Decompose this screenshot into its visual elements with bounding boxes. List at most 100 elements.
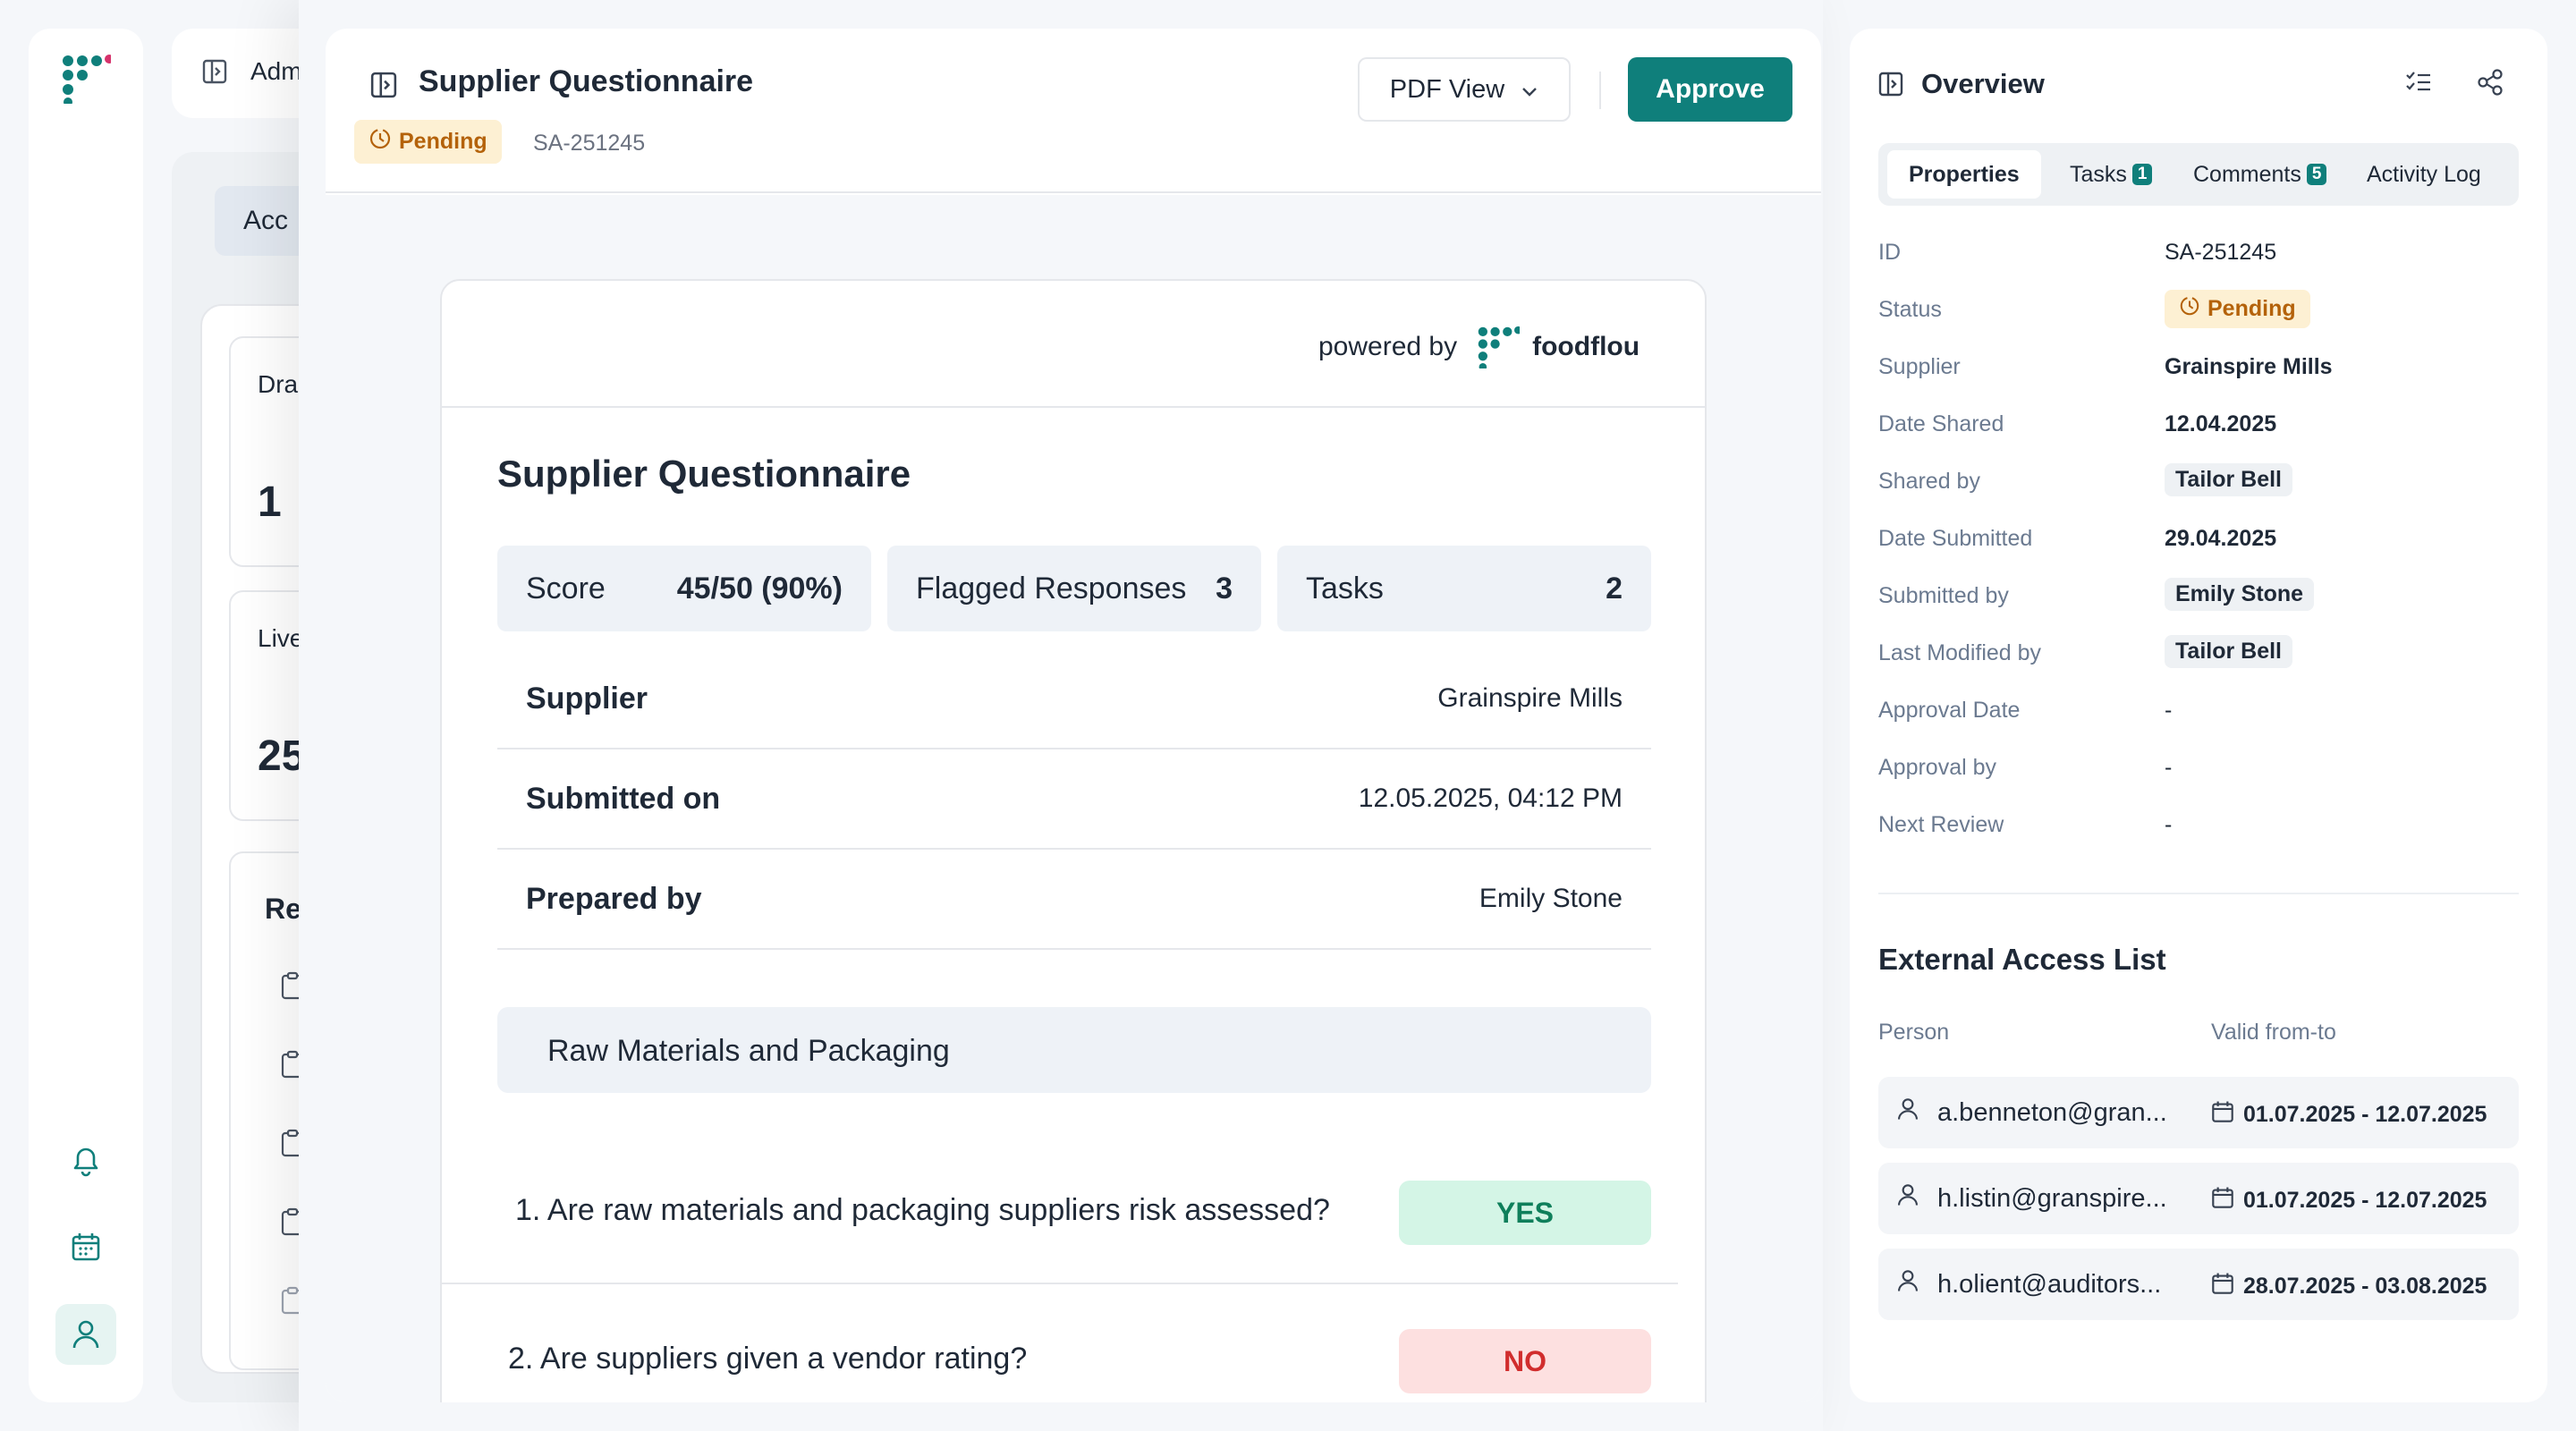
property-value-id: SA-251245 bbox=[2165, 240, 2277, 265]
share-icon[interactable] bbox=[2476, 68, 2504, 97]
property-label-shared-by: Shared by bbox=[1878, 469, 1980, 494]
tab-comments[interactable]: Comments 5 bbox=[2193, 150, 2327, 199]
info-label: Prepared by bbox=[526, 881, 702, 916]
score-stat: Score 45/50 (90%) bbox=[497, 546, 871, 631]
info-value: Emily Stone bbox=[1479, 884, 1623, 913]
tab-properties[interactable]: Properties bbox=[1887, 150, 2041, 199]
powered-by-text: powered by bbox=[1318, 332, 1458, 361]
info-row-supplier: Supplier Grainspire Mills bbox=[497, 649, 1651, 749]
checklist-icon[interactable] bbox=[2404, 68, 2433, 97]
stat-label: Tasks bbox=[1306, 571, 1384, 605]
section-heading: Raw Materials and Packaging bbox=[497, 1007, 1651, 1093]
access-valid-range: 28.07.2025 - 03.08.2025 bbox=[2243, 1274, 2487, 1299]
access-person: h.listin@granspire... bbox=[1896, 1182, 2167, 1215]
calendar-icon bbox=[2211, 1100, 2234, 1130]
property-label-date-submitted: Date Submitted bbox=[1878, 526, 2033, 551]
info-label: Supplier bbox=[526, 681, 648, 716]
foodflou-logo-icon[interactable] bbox=[61, 54, 114, 106]
clock-history-icon bbox=[2179, 295, 2200, 323]
stat-value: 3 bbox=[1216, 571, 1233, 605]
pdf-view-label: PDF View bbox=[1389, 74, 1505, 104]
calendar-icon bbox=[2211, 1272, 2234, 1301]
tab-activity-log[interactable]: Activity Log bbox=[2367, 150, 2481, 199]
question-text: 2. Are suppliers given a vendor rating? bbox=[508, 1342, 1028, 1376]
access-date-range: 01.07.2025 - 12.07.2025 bbox=[2211, 1186, 2487, 1215]
external-access-row[interactable]: a.benneton@gran... 01.07.2025 - 12.07.20… bbox=[1878, 1077, 2519, 1148]
status-badge: Pending bbox=[2165, 290, 2310, 328]
tab-label: Comments bbox=[2193, 161, 2301, 187]
flagged-responses-stat: Flagged Responses 3 bbox=[887, 546, 1261, 631]
document-viewer: Supplier Questionnaire Pending SA-251245… bbox=[326, 29, 1821, 1402]
property-value-approval-date: - bbox=[2165, 698, 2173, 723]
calendar-icon bbox=[2211, 1186, 2234, 1215]
property-label-supplier: Supplier bbox=[1878, 354, 1961, 379]
panel-toggle-icon[interactable] bbox=[370, 72, 397, 98]
property-value-date-submitted: 29.04.2025 bbox=[2165, 526, 2277, 551]
overview-panel: Overview Properties Tasks 1 Comments 5 A… bbox=[1850, 29, 2547, 1402]
clock-history-icon bbox=[369, 127, 392, 157]
pdf-view-dropdown[interactable]: PDF View bbox=[1358, 57, 1571, 122]
powered-by: powered by foodflou bbox=[1318, 326, 1640, 368]
property-value-date-shared: 12.04.2025 bbox=[2165, 411, 2277, 436]
tab-label: Properties bbox=[1909, 161, 2020, 187]
property-label-approval-date: Approval Date bbox=[1878, 698, 2021, 723]
notifications-bell-icon[interactable] bbox=[55, 1130, 116, 1191]
background-stat-value: 1 bbox=[258, 478, 282, 526]
external-access-row[interactable]: h.olient@auditors... 28.07.2025 - 03.08.… bbox=[1878, 1249, 2519, 1320]
property-label-date-shared: Date Shared bbox=[1878, 411, 2004, 436]
answer-no-badge: NO bbox=[1399, 1329, 1651, 1393]
info-row-submitted-on: Submitted on 12.05.2025, 04:12 PM bbox=[497, 749, 1651, 850]
user-icon bbox=[1896, 1268, 1919, 1300]
panel-toggle-icon[interactable] bbox=[1878, 72, 1903, 101]
brand-name: foodflou bbox=[1532, 332, 1640, 361]
property-label-id: ID bbox=[1878, 240, 1901, 265]
tasks-stat: Tasks 2 bbox=[1277, 546, 1651, 631]
foodflou-logo-icon bbox=[1478, 326, 1521, 368]
tab-count-badge: 5 bbox=[2306, 164, 2327, 185]
access-person: h.olient@auditors... bbox=[1896, 1268, 2161, 1300]
user-icon bbox=[1896, 1097, 1919, 1129]
user-chip[interactable]: Tailor Bell bbox=[2165, 635, 2293, 668]
column-header-person: Person bbox=[1878, 1020, 1950, 1045]
answer-yes-badge: YES bbox=[1399, 1181, 1651, 1245]
property-label-next-review: Next Review bbox=[1878, 812, 2004, 837]
user-profile-icon[interactable] bbox=[55, 1304, 116, 1365]
header-divider bbox=[1599, 72, 1601, 109]
questionnaire-paper: powered by foodflou Supplier Questionnai… bbox=[440, 279, 1707, 1402]
column-header-valid: Valid from-to bbox=[2211, 1020, 2336, 1045]
question-text: 1. Are raw materials and packaging suppl… bbox=[515, 1193, 1330, 1227]
user-chip[interactable]: Tailor Bell bbox=[2165, 463, 2293, 496]
user-icon bbox=[1896, 1182, 1919, 1215]
property-value-supplier: Grainspire Mills bbox=[2165, 354, 2333, 379]
property-label-approval-by: Approval by bbox=[1878, 755, 1997, 780]
property-value-next-review: - bbox=[2165, 812, 2173, 837]
questionnaire-title: Supplier Questionnaire bbox=[497, 453, 911, 495]
document-body: powered by foodflou Supplier Questionnai… bbox=[326, 195, 1821, 1402]
info-label: Submitted on bbox=[526, 781, 721, 816]
access-email: h.olient@auditors... bbox=[1937, 1269, 2162, 1299]
external-access-row[interactable]: h.listin@granspire... 01.07.2025 - 12.07… bbox=[1878, 1163, 2519, 1234]
panel-toggle-icon[interactable] bbox=[202, 59, 227, 89]
background-stat-label: Live bbox=[258, 624, 304, 652]
approve-button[interactable]: Approve bbox=[1628, 57, 1792, 122]
access-email: a.benneton@gran... bbox=[1937, 1097, 2167, 1127]
access-valid-range: 01.07.2025 - 12.07.2025 bbox=[2243, 1102, 2487, 1127]
stat-value: 45/50 (90%) bbox=[676, 571, 843, 605]
overview-title: Overview bbox=[1921, 68, 2045, 99]
tab-label: Activity Log bbox=[2367, 161, 2481, 187]
document-id: SA-251245 bbox=[533, 131, 646, 156]
document-header: Supplier Questionnaire Pending SA-251245… bbox=[326, 29, 1821, 193]
user-chip[interactable]: Emily Stone bbox=[2165, 578, 2315, 611]
external-access-title: External Access List bbox=[1878, 943, 2166, 976]
calendar-icon[interactable] bbox=[55, 1216, 116, 1277]
question-divider bbox=[442, 1283, 1678, 1284]
info-value: 12.05.2025, 04:12 PM bbox=[1358, 783, 1623, 813]
status-badge: Pending bbox=[354, 120, 502, 164]
section-divider bbox=[1878, 893, 2519, 894]
document-title: Supplier Questionnaire bbox=[419, 64, 754, 98]
left-rail bbox=[29, 29, 143, 1402]
brand-logo: foodflou bbox=[1477, 326, 1640, 368]
info-row-prepared-by: Prepared by Emily Stone bbox=[497, 850, 1651, 950]
background-header-text: Adm bbox=[250, 57, 302, 85]
tab-tasks[interactable]: Tasks 1 bbox=[2070, 150, 2153, 199]
